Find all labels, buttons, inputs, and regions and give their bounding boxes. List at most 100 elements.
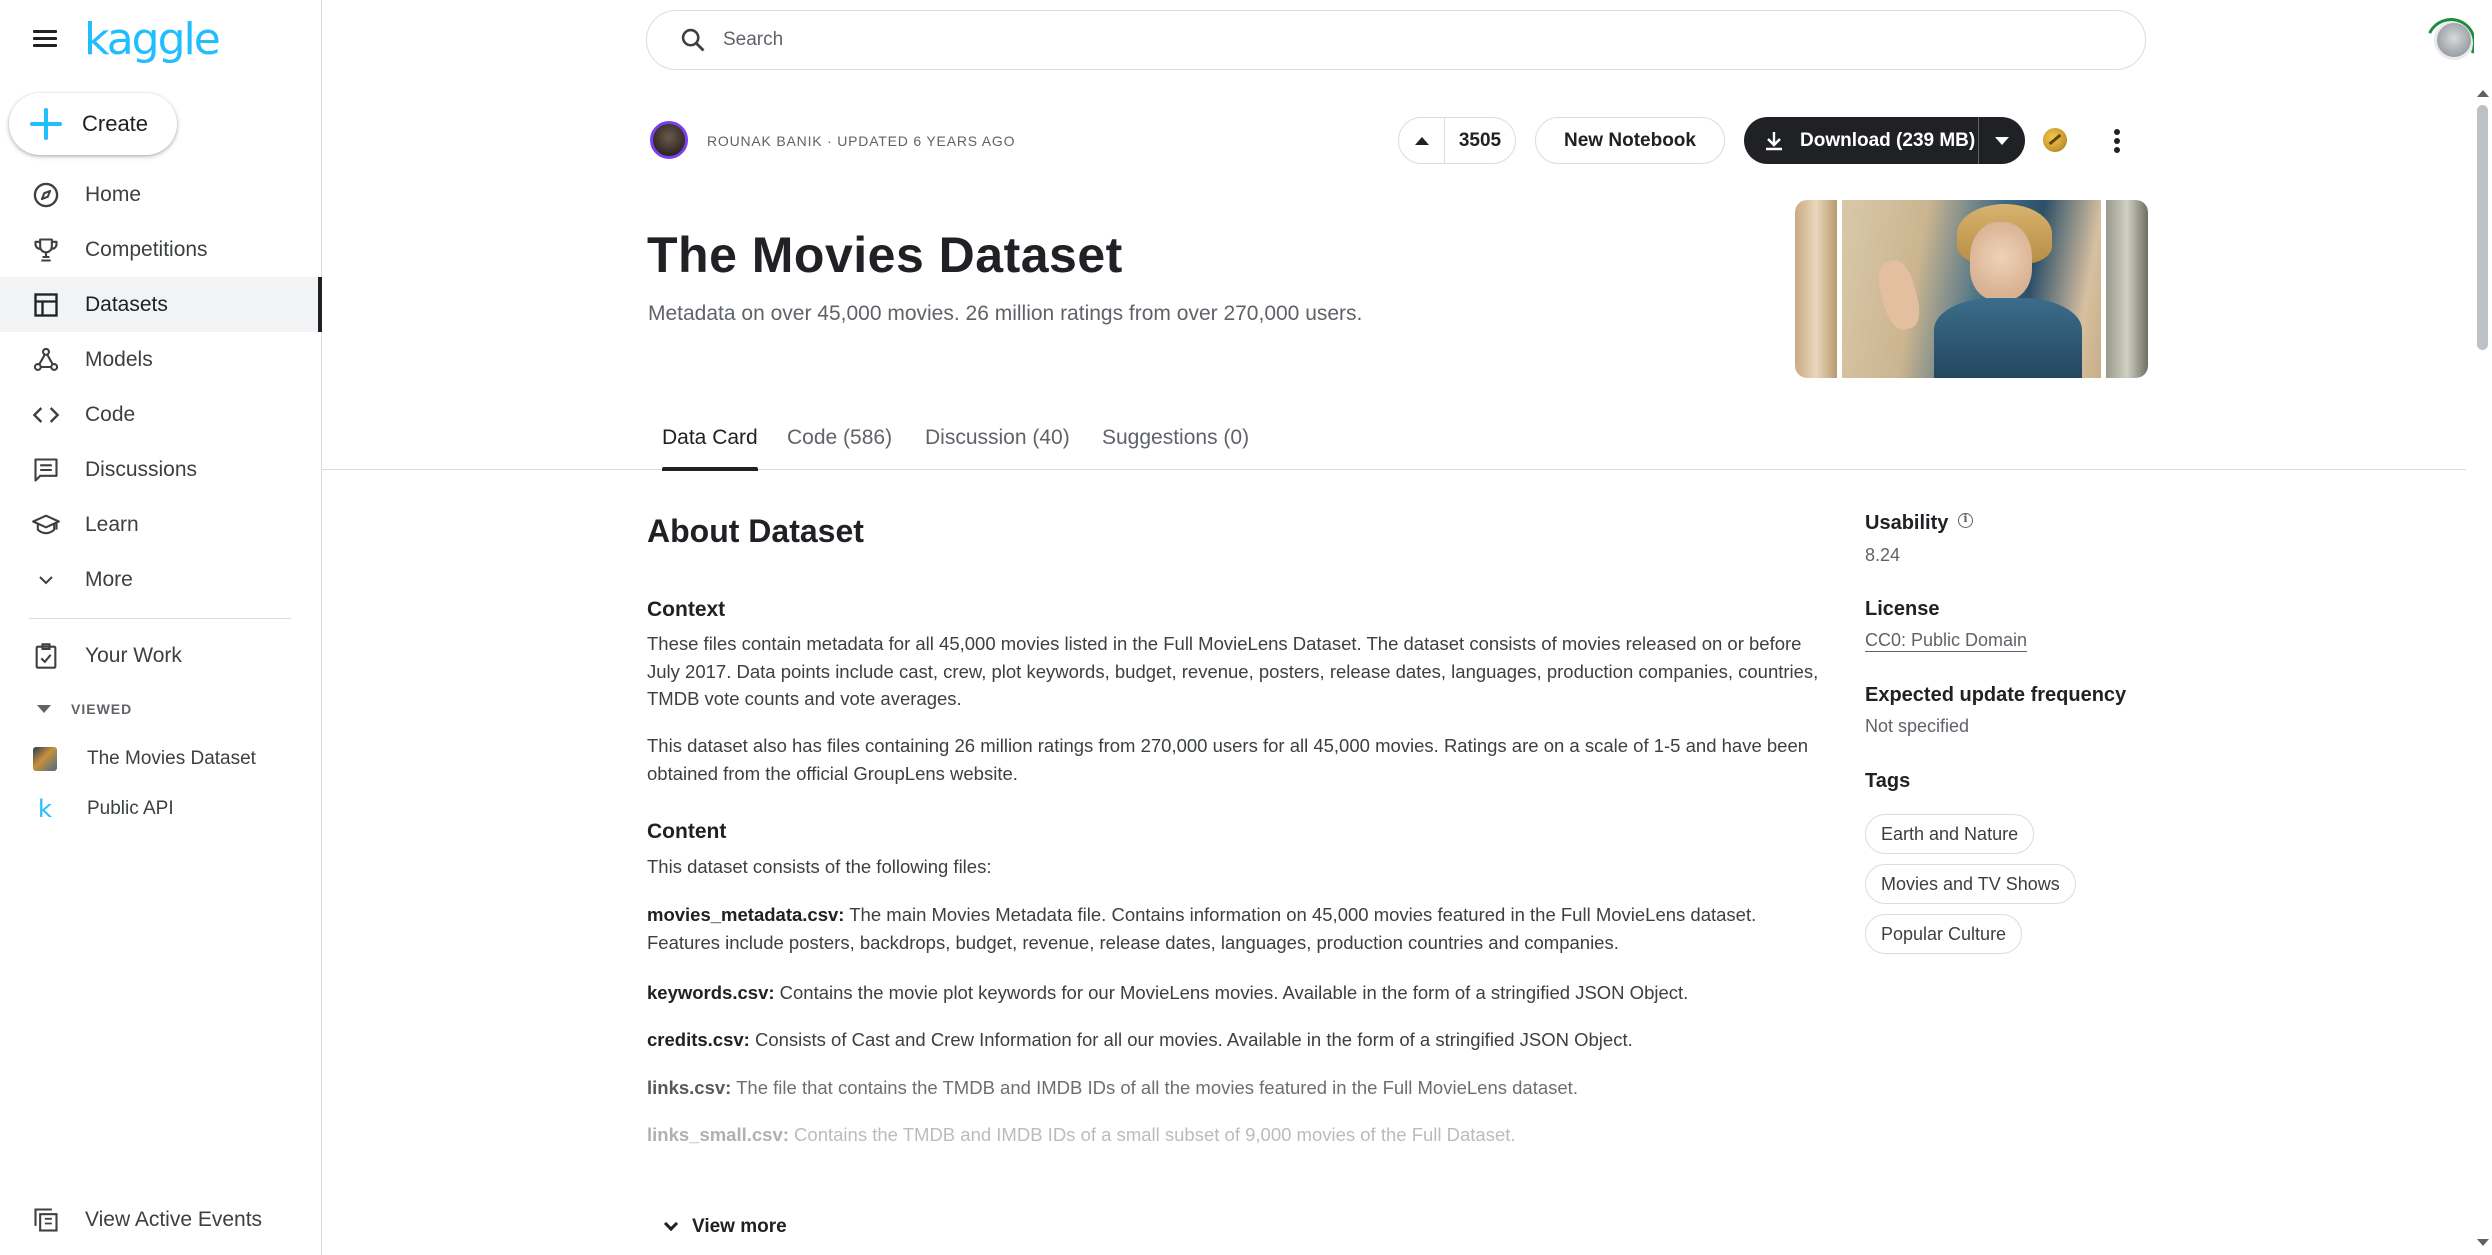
tab-suggestions[interactable]: Suggestions (0) bbox=[1102, 420, 1249, 470]
user-avatar[interactable] bbox=[2434, 20, 2474, 60]
owner-name[interactable]: ROUNAK BANIK bbox=[707, 133, 822, 149]
search-icon bbox=[681, 28, 705, 52]
file-name: movies_metadata.csv: bbox=[647, 904, 845, 925]
viewed-section-toggle[interactable]: VIEWED bbox=[0, 694, 132, 724]
sidebar-item-code[interactable]: Code bbox=[0, 387, 322, 442]
table-icon bbox=[29, 288, 63, 322]
sidebar-item-label: Datasets bbox=[85, 292, 168, 316]
sidebar-item-competitions[interactable]: Competitions bbox=[0, 222, 322, 277]
usability-value: 8.24 bbox=[1865, 545, 1901, 565]
file-name: links_small.csv: bbox=[647, 1124, 789, 1145]
cover-image-center bbox=[1842, 200, 2101, 378]
tag-chip[interactable]: Earth and Nature bbox=[1865, 814, 2035, 854]
sidebar-item-your-work[interactable]: Your Work bbox=[0, 628, 322, 683]
clipboard-check-icon bbox=[29, 639, 63, 673]
sidebar-section-your-work: Your Work bbox=[0, 628, 322, 683]
tab-code[interactable]: Code (586) bbox=[787, 420, 892, 470]
file-description: links_small.csv: Contains the TMDB and I… bbox=[647, 1124, 1516, 1145]
tab-data-card[interactable]: Data Card bbox=[662, 420, 758, 471]
tab-discussion[interactable]: Discussion (40) bbox=[925, 420, 1070, 470]
recent-item-movies-dataset[interactable]: The Movies Dataset bbox=[0, 735, 322, 783]
file-name: credits.csv: bbox=[647, 1029, 750, 1050]
scroll-down-arrow-icon[interactable] bbox=[2477, 1239, 2489, 1246]
view-more-label: View more bbox=[692, 1216, 787, 1237]
school-icon bbox=[29, 508, 63, 542]
sidebar: kaggle Create Home Competitions Datasets bbox=[0, 0, 322, 1255]
view-more-button[interactable]: View more bbox=[663, 1212, 787, 1242]
dataset-subtitle: Metadata on over 45,000 movies. 26 milli… bbox=[648, 302, 1363, 325]
new-notebook-button[interactable]: New Notebook bbox=[1535, 117, 1725, 164]
cover-image-right bbox=[2106, 200, 2148, 378]
kaggle-k-icon: k bbox=[38, 795, 52, 823]
dataset-title: The Movies Dataset bbox=[647, 227, 1123, 283]
dataset-tabs: Data Card Code (586) Discussion (40) Sug… bbox=[322, 420, 2466, 471]
viewed-section-label: VIEWED bbox=[71, 701, 133, 717]
license-link[interactable]: CC0: Public Domain bbox=[1865, 630, 2027, 651]
menu-icon[interactable] bbox=[30, 26, 60, 56]
discussion-icon bbox=[29, 453, 63, 487]
update-frequency-label: Expected update frequency bbox=[1865, 684, 2127, 706]
sidebar-item-label: Learn bbox=[85, 512, 139, 536]
file-name: keywords.csv: bbox=[647, 982, 775, 1003]
recent-item-public-api[interactable]: k Public API bbox=[0, 785, 322, 833]
download-options-button[interactable] bbox=[1979, 117, 2025, 164]
sidebar-item-label: Models bbox=[85, 347, 153, 371]
upvote-button[interactable] bbox=[1399, 118, 1445, 163]
chevron-down-icon bbox=[663, 1216, 679, 1232]
sidebar-item-label: Code bbox=[85, 402, 136, 426]
owner-avatar[interactable] bbox=[650, 121, 688, 159]
recent-item-label: The Movies Dataset bbox=[87, 748, 256, 769]
file-description: credits.csv: Consists of Cast and Crew I… bbox=[647, 1029, 1633, 1050]
kaggle-logo[interactable]: kaggle bbox=[84, 14, 221, 65]
about-heading: About Dataset bbox=[647, 513, 864, 549]
sidebar-item-label: Your Work bbox=[85, 643, 182, 667]
search-bar bbox=[646, 10, 2146, 70]
file-name: links.csv: bbox=[647, 1077, 732, 1098]
create-label: Create bbox=[82, 111, 149, 136]
tags-label: Tags bbox=[1865, 770, 1911, 792]
create-button[interactable]: Create bbox=[9, 93, 177, 155]
sidebar-item-datasets[interactable]: Datasets bbox=[0, 277, 322, 332]
view-active-events-button[interactable]: View Active Events bbox=[0, 1192, 322, 1247]
events-icon bbox=[29, 1203, 63, 1237]
content-intro: This dataset consists of the following f… bbox=[647, 856, 992, 877]
info-icon[interactable] bbox=[1958, 512, 1974, 528]
usability-label: Usability bbox=[1865, 512, 1974, 535]
scrollbar-thumb[interactable] bbox=[2477, 105, 2488, 350]
upvote-widget: 3505 bbox=[1398, 117, 1516, 164]
tag-chip[interactable]: Popular Culture bbox=[1865, 914, 2023, 954]
owner-line: ROUNAK BANIK · UPDATED 6 YEARS AGO bbox=[707, 133, 1016, 149]
upvote-count[interactable]: 3505 bbox=[1445, 130, 1515, 152]
sidebar-nav: Home Competitions Datasets Models Code D… bbox=[0, 167, 322, 607]
medal-icon[interactable] bbox=[2043, 128, 2067, 152]
more-options-icon[interactable] bbox=[2105, 126, 2129, 156]
tag-chip[interactable]: Movies and TV Shows bbox=[1865, 864, 2076, 904]
download-label: Download (239 MB) bbox=[1800, 129, 1976, 151]
sidebar-item-models[interactable]: Models bbox=[0, 332, 322, 387]
download-button[interactable]: Download (239 MB) bbox=[1744, 117, 1978, 164]
sidebar-item-discussions[interactable]: Discussions bbox=[0, 442, 322, 497]
content-heading: Content bbox=[647, 820, 727, 843]
sidebar-item-label: More bbox=[85, 567, 133, 591]
cover-image-left bbox=[1795, 200, 1837, 378]
context-paragraph-2: This dataset also has files containing 2… bbox=[647, 735, 1809, 784]
plus-icon bbox=[30, 108, 62, 140]
sidebar-item-learn[interactable]: Learn bbox=[0, 497, 322, 552]
compass-icon bbox=[29, 178, 63, 212]
context-heading: Context bbox=[647, 598, 726, 621]
dataset-thumbnail bbox=[33, 747, 57, 771]
context-paragraph-1: These files contain metadata for all 45,… bbox=[647, 633, 1819, 709]
sidebar-item-label: Home bbox=[85, 182, 142, 206]
sidebar-item-label: Discussions bbox=[85, 457, 198, 481]
search-input[interactable] bbox=[723, 29, 2023, 51]
update-frequency-value: Not specified bbox=[1865, 716, 1970, 736]
sidebar-header: kaggle bbox=[0, 0, 322, 80]
dataset-cover-image bbox=[1795, 200, 2148, 378]
scroll-up-arrow-icon[interactable] bbox=[2477, 90, 2489, 97]
recent-item-label: Public API bbox=[87, 798, 174, 819]
license-label: License bbox=[1865, 598, 1940, 620]
file-description: keywords.csv: Contains the movie plot ke… bbox=[647, 982, 1689, 1003]
download-button-group: Download (239 MB) bbox=[1744, 117, 2025, 164]
sidebar-item-more[interactable]: More bbox=[0, 552, 322, 607]
sidebar-item-home[interactable]: Home bbox=[0, 167, 322, 222]
